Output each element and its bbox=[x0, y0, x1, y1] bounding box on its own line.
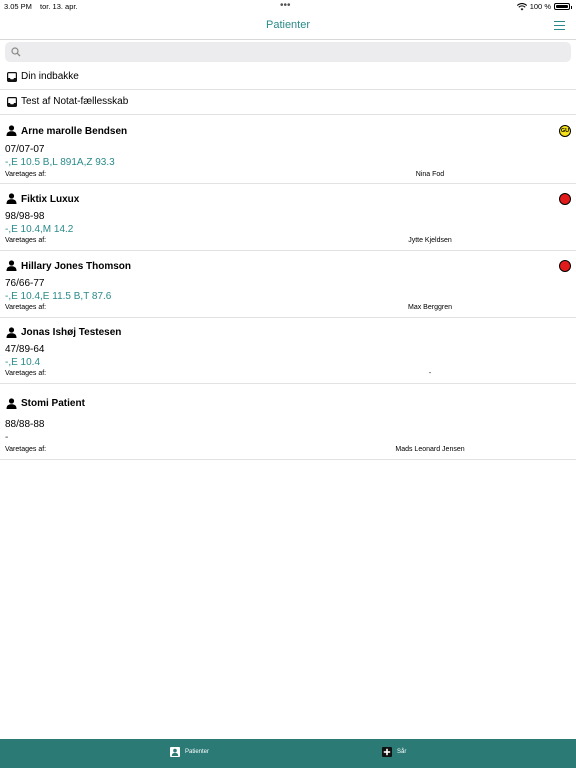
patient-cpr: 98/98-98 bbox=[5, 211, 45, 222]
patient-cpr: 76/66-77 bbox=[5, 278, 45, 289]
search-icon bbox=[11, 47, 21, 57]
inbox-icon bbox=[7, 97, 17, 107]
status-badge bbox=[559, 193, 571, 205]
status-right: 100 % bbox=[516, 2, 572, 11]
wifi-icon bbox=[516, 2, 527, 10]
inbox-row-notat-faellesskab[interactable]: Test af Notat-fællesskab bbox=[0, 90, 576, 115]
caretaker-label: Varetages af: bbox=[5, 446, 47, 453]
multitasking-dots[interactable]: ••• bbox=[280, 0, 291, 11]
inbox-icon bbox=[7, 72, 17, 82]
person-icon bbox=[6, 193, 17, 204]
patient-row[interactable]: Fiktix Luxux 98/98-98 -,E 10.4,M 14.2 Va… bbox=[0, 184, 576, 251]
caretaker-label: Varetages af: bbox=[5, 304, 47, 311]
patient-row[interactable]: Arne marolle Bendsen GU 07/07-07 -,E 10.… bbox=[0, 116, 576, 184]
search-bar[interactable] bbox=[5, 42, 571, 62]
patient-diagnosis-codes: -,E 10.4 bbox=[5, 357, 41, 368]
caretaker-name: Nina Fod bbox=[415, 171, 445, 178]
patient-name: Fiktix Luxux bbox=[21, 194, 80, 205]
patient-diagnosis-codes: -,E 10.5 B,L 891A,Z 93.3 bbox=[5, 157, 115, 168]
patient-name: Hillary Jones Thomson bbox=[21, 261, 132, 272]
battery-percent: 100 % bbox=[529, 2, 551, 11]
hamburger-menu-icon[interactable] bbox=[554, 21, 565, 31]
patient-row[interactable]: Stomi Patient 88/88-88 - Varetages af: M… bbox=[0, 384, 576, 460]
patient-diagnosis-codes: -,E 10.4,M 14.2 bbox=[5, 224, 74, 235]
patient-cpr: 07/07-07 bbox=[5, 144, 45, 155]
caretaker-name: - bbox=[428, 370, 432, 377]
inbox-label: Din indbakke bbox=[21, 71, 79, 82]
patient-name: Stomi Patient bbox=[21, 398, 85, 409]
tab-bar: Patienter Sår bbox=[0, 739, 576, 768]
nav-bar: Patienter bbox=[0, 14, 576, 40]
inbox-row-din-indbakke[interactable]: Din indbakke bbox=[0, 65, 576, 90]
patient-row[interactable]: Hillary Jones Thomson 76/66-77 -,E 10.4,… bbox=[0, 251, 576, 318]
battery-icon bbox=[554, 3, 572, 10]
tab-patienter[interactable]: Patienter bbox=[170, 747, 209, 757]
inbox-label: Test af Notat-fællesskab bbox=[21, 96, 129, 107]
status-date: tor. 13. apr. bbox=[40, 2, 78, 11]
patient-row[interactable]: Jonas Ishøj Testesen 47/89-64 -,E 10.4 V… bbox=[0, 318, 576, 384]
search-input[interactable] bbox=[25, 44, 565, 60]
status-time: 3.05 PM bbox=[4, 2, 32, 11]
person-icon bbox=[6, 260, 17, 271]
patient-cpr: 47/89-64 bbox=[5, 344, 45, 355]
patient-name: Jonas Ishøj Testesen bbox=[21, 327, 122, 338]
tab-saar[interactable]: Sår bbox=[382, 747, 406, 757]
patient-cpr: 88/88-88 bbox=[5, 419, 45, 430]
caretaker-label: Varetages af: bbox=[5, 171, 47, 178]
tab-label: Patienter bbox=[185, 749, 210, 755]
person-icon bbox=[6, 327, 17, 338]
person-icon bbox=[6, 125, 17, 136]
patient-diagnosis-codes: - bbox=[5, 432, 9, 443]
patient-name: Arne marolle Bendsen bbox=[21, 126, 128, 137]
status-left: 3.05 PM tor. 13. apr. bbox=[4, 2, 84, 11]
caretaker-label: Varetages af: bbox=[5, 237, 47, 244]
plus-box-icon bbox=[382, 747, 392, 757]
caretaker-name: Max Berggren bbox=[408, 304, 452, 311]
caretaker-label: Varetages af: bbox=[5, 370, 47, 377]
patient-diagnosis-codes: -,E 10.4,E 11.5 B,T 87.6 bbox=[5, 291, 112, 302]
caretaker-name: Mads Leonard Jensen bbox=[395, 446, 465, 453]
status-badge: GU bbox=[559, 125, 571, 137]
person-icon bbox=[6, 398, 17, 409]
status-bar: 3.05 PM tor. 13. apr. ••• 100 % bbox=[0, 0, 576, 14]
tab-label: Sår bbox=[397, 749, 407, 755]
page-title: Patienter bbox=[265, 19, 311, 31]
person-card-icon bbox=[170, 747, 180, 757]
caretaker-name: Jytte Kjeldsen bbox=[408, 237, 452, 244]
status-badge bbox=[559, 260, 571, 272]
